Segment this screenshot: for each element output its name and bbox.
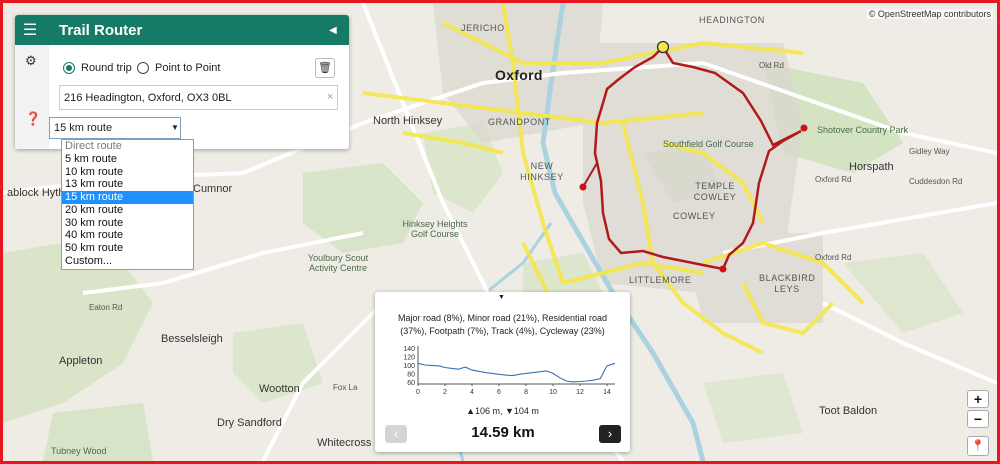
page-frame: Oxford HEADINGTON JERICHO GRANDPONT NEW … xyxy=(0,0,1000,464)
trash-button[interactable]: 🗑 xyxy=(315,58,335,78)
menu-icon[interactable]: ☰ xyxy=(15,20,45,40)
map-label-headington: HEADINGTON xyxy=(699,15,765,25)
radio-checked-icon[interactable] xyxy=(63,62,75,74)
route-option[interactable]: 5 km route xyxy=(62,153,193,166)
map-label-tubney-wood: Tubney Wood xyxy=(51,446,107,456)
map-label-horspath: Horspath xyxy=(849,161,894,173)
y-tick-label: 120 xyxy=(403,355,415,362)
route-option[interactable]: Custom... xyxy=(62,255,193,268)
map-label-fox-la: Fox La xyxy=(333,383,358,392)
map-label-old-rd: Old Rd xyxy=(759,61,784,70)
x-tick-label: 0 xyxy=(416,389,420,396)
map-label-jericho: JERICHO xyxy=(461,23,505,33)
x-tick-label: 4 xyxy=(470,389,474,396)
radio-unchecked-icon[interactable] xyxy=(137,62,149,74)
clear-icon[interactable]: × xyxy=(327,91,333,103)
route-length-select[interactable]: 15 km route xyxy=(49,117,181,139)
map-label-shotover: Shotover Country Park xyxy=(817,125,909,135)
x-tick-label: 12 xyxy=(576,389,584,396)
zoom-out-button[interactable]: − xyxy=(967,410,989,428)
map-label-cumnor: Cumnor xyxy=(193,183,233,195)
start-marker[interactable] xyxy=(656,40,670,54)
elevation-chart: 60 80100120 140 0 2 4 6 8 10 12 14 xyxy=(403,346,616,396)
route-distance: 14.59 km xyxy=(471,424,535,441)
waypoint-marker[interactable] xyxy=(719,265,727,273)
location-pin-icon[interactable]: 📍 xyxy=(967,436,989,456)
route-option[interactable]: 40 km route xyxy=(62,229,193,242)
map-label-farmoor: ablock Hyth xyxy=(7,187,65,199)
map-label-oxford: Oxford xyxy=(495,67,543,83)
route-length-dropdown[interactable]: Direct route 5 km route 10 km route 13 km r… xyxy=(61,139,194,270)
round-trip-label: Round trip xyxy=(81,62,132,74)
dropdown-arrow-icon[interactable]: ▼ xyxy=(171,123,179,132)
help-icon[interactable]: ❓ xyxy=(25,111,41,127)
y-tick-label: 60 xyxy=(407,380,415,387)
elevation-panel: ▼ Major road (8%), Minor road (21%), Res… xyxy=(375,292,630,452)
round-trip-radio[interactable]: Round trip xyxy=(63,62,132,74)
map-label-oxford-rd: Oxford Rd xyxy=(815,253,852,262)
x-tick-label: 2 xyxy=(443,389,447,396)
address-input[interactable]: 216 Headington, Oxford, OX3 0BL xyxy=(59,85,338,110)
map-label-blackbird-leys: BLACKBIRD LEYS xyxy=(759,273,816,294)
x-tick-label: 10 xyxy=(549,389,557,396)
map-label-littlemore: LITTLEMORE xyxy=(629,275,692,285)
map-label-southfield: Southfield Golf Course xyxy=(663,139,754,149)
y-tick-label: 80 xyxy=(407,371,415,378)
map-label-besselsleigh: Besselsleigh xyxy=(161,333,223,345)
map-label-appleton: Appleton xyxy=(59,355,103,367)
map-label-grandpont: GRANDPONT xyxy=(488,117,551,127)
map-label-gidley-way: Gidley Way xyxy=(909,147,950,156)
zoom-in-button[interactable]: + xyxy=(967,390,989,408)
route-option[interactable]: 15 km route xyxy=(62,191,193,204)
y-tick-label: 140 xyxy=(403,346,415,353)
route-option[interactable]: Direct route xyxy=(62,140,193,153)
route-option[interactable]: 13 km route xyxy=(62,178,193,191)
side-toolbar: ⚙ ❓ xyxy=(15,45,49,149)
x-tick-label: 14 xyxy=(603,389,611,396)
route-option[interactable]: 50 km route xyxy=(62,242,193,255)
map-label-temple-cowley: TEMPLE COWLEY xyxy=(693,181,737,202)
map-label-eaton-rd: Eaton Rd xyxy=(89,303,123,312)
waypoint-marker[interactable] xyxy=(579,183,587,191)
chevron-left-icon[interactable]: ‹ xyxy=(385,425,407,443)
map-label-toot-baldon: Toot Baldon xyxy=(819,405,878,417)
elevation-line xyxy=(417,362,616,383)
chevron-right-icon[interactable]: › xyxy=(599,425,621,443)
waypoint-marker[interactable] xyxy=(800,124,808,132)
map-label-hinksey-heights: Hinksey Heights Golf Course xyxy=(402,219,468,239)
map-label-cowley: COWLEY xyxy=(673,211,716,221)
collapse-left-icon[interactable]: ◀ xyxy=(329,25,349,36)
map-label-whitecross: Whitecross xyxy=(317,437,372,449)
gear-icon[interactable]: ⚙ xyxy=(25,53,37,69)
point-to-point-label: Point to Point xyxy=(155,62,221,74)
map-label-youlbury: Youlbury Scout Activity Centre xyxy=(307,253,369,273)
map-label-oxford-rd: Oxford Rd xyxy=(815,175,852,184)
route-option[interactable]: 30 km route xyxy=(62,217,193,230)
x-tick-label: 8 xyxy=(524,389,528,396)
panel-title: Trail Router xyxy=(59,21,143,39)
map-label-wootton: Wootton xyxy=(259,383,300,395)
elevation-gain-loss: ▲106 m, ▼104 m xyxy=(466,406,539,416)
road-type-summary: Major road (8%), Minor road (21%), Resid… xyxy=(397,313,608,336)
y-tick-label: 100 xyxy=(403,363,415,370)
router-panel-header: ☰ Trail Router ◀ xyxy=(15,15,349,45)
point-to-point-radio[interactable]: Point to Point xyxy=(137,62,220,74)
map-label-north-hinksey: North Hinksey xyxy=(373,115,443,127)
x-tick-label: 6 xyxy=(497,389,501,396)
collapse-down-icon[interactable]: ▼ xyxy=(498,294,505,301)
route-option[interactable]: 20 km route xyxy=(62,204,193,217)
route-option[interactable]: 10 km route xyxy=(62,166,193,179)
map-label-new-hinksey: NEW HINKSEY xyxy=(520,161,564,182)
map-label-cuddesdon-rd: Cuddesdon Rd xyxy=(909,177,963,186)
map-label-dry-sandford: Dry Sandford xyxy=(217,417,282,429)
map-attribution[interactable]: © OpenStreetMap contributors xyxy=(866,9,993,19)
